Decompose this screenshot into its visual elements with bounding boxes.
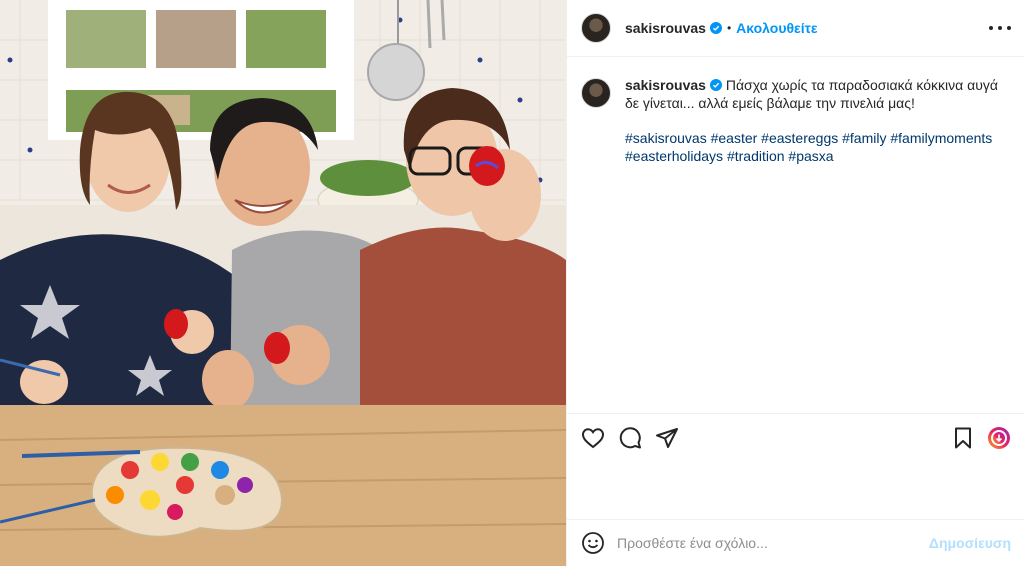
caption-text-block: sakisrouvas Πάσχα χωρίς τα παραδοσιακά κ… (625, 76, 1005, 165)
publish-button[interactable]: Δημοσίευση (929, 535, 1011, 551)
caption-username[interactable]: sakisrouvas (625, 77, 706, 93)
header-separator: • (726, 21, 732, 35)
caption-avatar[interactable] (581, 78, 611, 108)
family-easter-photo (0, 0, 566, 566)
more-options-icon[interactable] (989, 18, 1011, 38)
comment-input[interactable] (617, 535, 929, 551)
verified-badge-icon (709, 79, 722, 91)
bookmark-icon[interactable] (951, 426, 977, 452)
save-to-collection-icon[interactable] (987, 426, 1013, 452)
avatar[interactable] (581, 13, 611, 43)
post-photo[interactable] (0, 0, 566, 566)
verified-badge-icon (709, 22, 722, 34)
comment-icon[interactable] (618, 426, 644, 452)
post-side-panel: sakisrouvas • Ακολουθείτε sakisrouvas Πά… (566, 0, 1024, 566)
comment-bar: Δημοσίευση (567, 519, 1024, 566)
heart-icon[interactable] (581, 426, 607, 452)
paper-plane-icon[interactable] (655, 426, 681, 452)
header-username[interactable]: sakisrouvas (625, 20, 706, 36)
instagram-post: sakisrouvas • Ακολουθείτε sakisrouvas Πά… (0, 0, 1024, 566)
post-header: sakisrouvas • Ακολουθείτε (567, 0, 1024, 57)
smiley-icon[interactable] (581, 531, 605, 555)
action-bar (567, 413, 1024, 461)
caption-hashtags[interactable]: #sakisrouvas #easter #eastereggs #family… (625, 129, 1005, 165)
post-caption: sakisrouvas Πάσχα χωρίς τα παραδοσιακά κ… (581, 76, 1011, 165)
following-button[interactable]: Ακολουθείτε (736, 20, 817, 36)
